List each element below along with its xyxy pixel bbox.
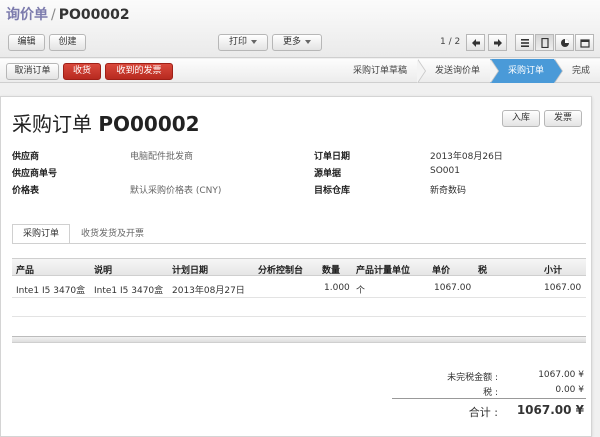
title-number: PO00002 xyxy=(98,112,200,136)
cell-unit-price: 1067.00 xyxy=(434,283,472,293)
order-lines-header: 产品 说明 计划日期 分析控制台 数量 产品计量单位 单价 税 小计 xyxy=(12,258,586,276)
stage-rfq-sent[interactable]: 发送询价单 xyxy=(417,59,499,83)
breadcrumb-current: PO00002 xyxy=(58,7,130,23)
col-quantity[interactable]: 数量 xyxy=(322,263,340,276)
list-icon xyxy=(520,38,529,47)
cell-subtotal: 1067.00 xyxy=(544,283,582,293)
order-lines-footer xyxy=(12,336,586,343)
cell-uom: 个 xyxy=(356,286,366,296)
tab-divider xyxy=(12,243,586,244)
source-document-value[interactable]: SO001 xyxy=(430,166,460,176)
pager-counter: 1 / 2 xyxy=(440,37,461,47)
form-icon xyxy=(540,37,549,48)
create-button[interactable]: 创建 xyxy=(49,34,86,51)
chevron-down-icon xyxy=(251,39,257,44)
destination-warehouse-label: 目标仓库 xyxy=(314,186,351,196)
breadcrumb-parent-link[interactable]: 询价单 xyxy=(6,7,48,23)
chevron-down-icon xyxy=(305,39,311,44)
stage-purchase-order[interactable]: 采购订单 xyxy=(489,59,564,83)
total-divider xyxy=(392,398,586,399)
more-label: 更多 xyxy=(282,37,301,47)
supplier-value[interactable]: 电脑配件批发商 xyxy=(130,149,193,162)
order-date-label: 订单日期 xyxy=(314,152,351,162)
tab-shipping-invoicing[interactable]: 收货发货及开票 xyxy=(70,224,155,244)
untaxed-amount-value: 1067.00 ¥ xyxy=(538,370,584,380)
cell-product: Inte1 I5 3470盒 xyxy=(16,286,86,296)
breadcrumb: 询价单 / PO00002 xyxy=(6,4,130,24)
top-header: 询价单 / PO00002 编辑 创建 打印 更多 1 / 2 xyxy=(0,0,600,58)
supplier-label: 供应商 xyxy=(12,152,40,162)
edit-button[interactable]: 编辑 xyxy=(8,34,45,51)
source-document-label: 源单据 xyxy=(314,169,342,179)
col-unit-price[interactable]: 单价 xyxy=(432,263,450,276)
col-analytic-account[interactable]: 分析控制台 xyxy=(258,263,303,276)
graph-view-button[interactable] xyxy=(555,34,574,51)
total-amount-label: 合计 : xyxy=(468,406,498,419)
print-dropdown[interactable]: 打印 xyxy=(218,34,268,51)
col-scheduled-date[interactable]: 计划日期 xyxy=(172,263,208,276)
next-record-button[interactable] xyxy=(488,34,507,51)
status-bar: 取消订单 收货 收到的发票 采购订单草稿 发送询价单 采购订单 完成 xyxy=(0,59,600,83)
previous-record-button[interactable] xyxy=(466,34,485,51)
col-subtotal[interactable]: 小计 xyxy=(544,263,562,276)
form-view-button[interactable] xyxy=(535,34,554,51)
col-product[interactable]: 产品 xyxy=(16,263,34,276)
col-description[interactable]: 说明 xyxy=(94,263,112,276)
supplier-ref-label: 供应商单号 xyxy=(12,169,58,179)
cell-quantity: 1.000 xyxy=(324,283,350,293)
cancel-order-button[interactable]: 取消订单 xyxy=(6,63,59,80)
tab-purchase-order[interactable]: 采购订单 xyxy=(12,224,71,244)
untaxed-amount-label: 未完税金额 : xyxy=(447,373,498,383)
received-invoices-button[interactable]: 收到的发票 xyxy=(105,63,173,80)
pricelist-label: 价格表 xyxy=(12,186,40,196)
form-tabs: 采购订单 收货发货及开票 xyxy=(12,224,155,244)
stage-draft[interactable]: 采购订单草稿 xyxy=(335,59,426,83)
list-view-button[interactable] xyxy=(515,34,534,51)
order-date-value[interactable]: 2013年08月26日 xyxy=(430,149,503,162)
page-title: 采购订单 PO00002 xyxy=(12,108,200,137)
stage-bar: 采购订单草稿 发送询价单 采购订单 完成 xyxy=(335,59,600,83)
row-divider xyxy=(12,316,586,317)
cell-scheduled-date: 2013年08月27日 xyxy=(172,286,245,296)
arrow-left-icon xyxy=(471,38,480,47)
title-prefix: 采购订单 xyxy=(12,112,92,136)
pie-chart-icon xyxy=(560,38,569,47)
col-taxes[interactable]: 税 xyxy=(478,263,487,276)
calendar-view-button[interactable] xyxy=(575,34,594,51)
receive-button[interactable]: 收货 xyxy=(63,63,101,80)
cell-description: Inte1 I5 3470盒 xyxy=(94,286,164,296)
row-divider xyxy=(12,297,586,298)
tax-amount-value: 0.00 ¥ xyxy=(555,385,584,395)
more-dropdown[interactable]: 更多 xyxy=(272,34,322,51)
total-amount-value: 1067.00 ¥ xyxy=(516,403,584,417)
tax-amount-label: 税 : xyxy=(483,388,498,398)
invoice-button[interactable]: 发票 xyxy=(544,110,582,127)
breadcrumb-separator: / xyxy=(51,7,56,23)
calendar-icon xyxy=(579,38,590,48)
print-label: 打印 xyxy=(228,37,247,47)
stock-in-button[interactable]: 入库 xyxy=(502,110,540,127)
pricelist-value[interactable]: 默认采购价格表 (CNY) xyxy=(130,183,221,196)
arrow-right-icon xyxy=(493,38,502,47)
destination-warehouse-value[interactable]: 新奇数码 xyxy=(430,183,466,196)
col-uom[interactable]: 产品计量单位 xyxy=(356,263,410,276)
